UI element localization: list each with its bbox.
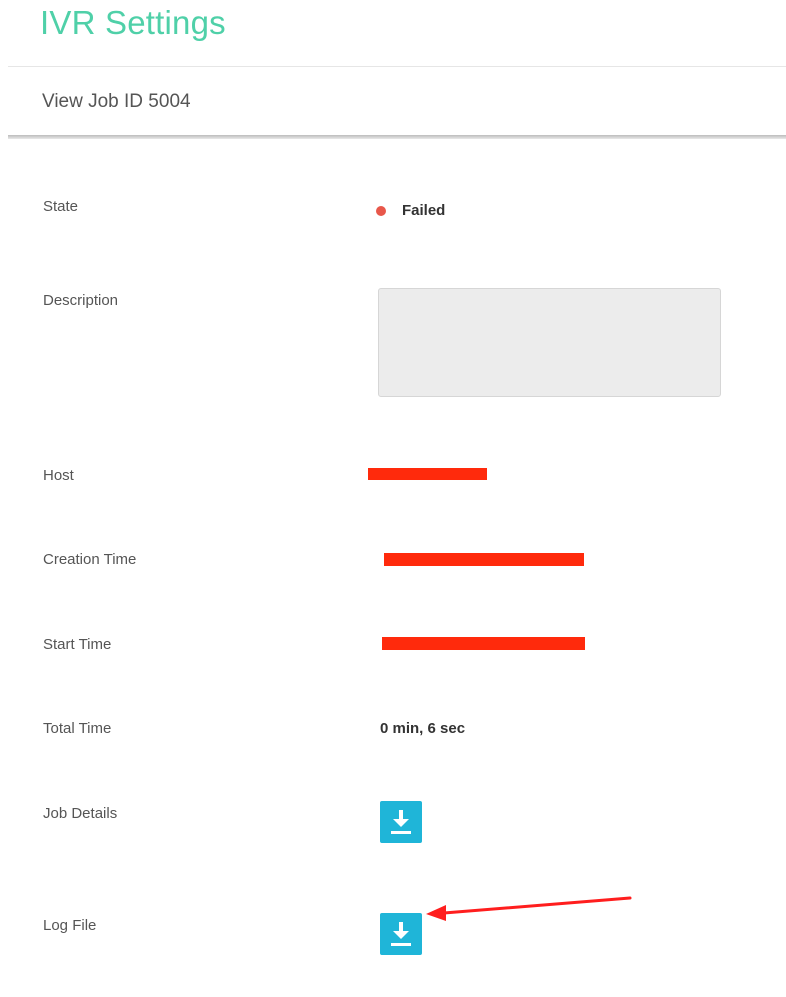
description-field <box>378 288 721 397</box>
host-value-redaction <box>368 468 487 480</box>
job-details-download-button[interactable] <box>380 801 422 843</box>
creation-time-label: Creation Time <box>43 551 137 568</box>
total-time-label: Total Time <box>43 720 112 737</box>
download-icon <box>391 922 411 946</box>
job-subheader: View Job ID 5004 <box>8 67 786 135</box>
description-label: Description <box>43 292 119 309</box>
log-file-label: Log File <box>43 917 97 934</box>
failed-status-dot-icon <box>376 206 386 216</box>
host-label: Host <box>43 467 74 484</box>
download-icon <box>391 810 411 834</box>
subheader-shadow <box>8 135 786 139</box>
page-title: IVR Settings <box>40 4 226 41</box>
state-label: State <box>43 198 79 215</box>
state-value: Failed <box>402 202 446 219</box>
job-details-label: Job Details <box>43 805 118 822</box>
creation-time-redaction <box>384 553 584 566</box>
start-time-label: Start Time <box>43 636 112 653</box>
total-time-value: 0 min, 6 sec <box>380 720 466 737</box>
log-file-download-button[interactable] <box>380 913 422 955</box>
job-id-heading: View Job ID 5004 <box>42 91 191 112</box>
start-time-redaction <box>382 637 585 650</box>
ivr-job-view-page: IVR Settings View Job ID 5004 State Fail… <box>0 0 786 997</box>
annotation-arrow <box>426 896 632 921</box>
